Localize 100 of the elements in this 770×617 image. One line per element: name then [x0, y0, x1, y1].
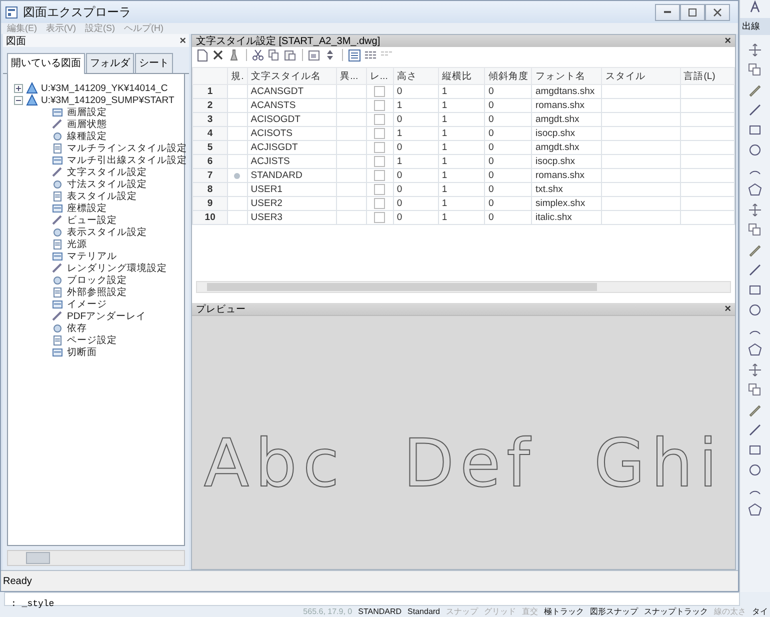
tree-item[interactable]: U:¥3M_141209_SUMP¥START	[41, 94, 174, 106]
checkbox[interactable]	[374, 212, 386, 223]
tree-item[interactable]: マルチ引出線スタイル設定	[67, 154, 187, 166]
minimize-button[interactable]	[655, 4, 680, 20]
sample-text: Ghi	[594, 431, 724, 497]
row-number: 6	[192, 154, 228, 168]
status-toggle[interactable]: 図形スナップ	[590, 606, 638, 617]
tree-item[interactable]: 外部参照設定	[67, 286, 127, 298]
dimension-style[interactable]: Standard	[408, 607, 440, 616]
scroll-thumb[interactable]	[26, 552, 50, 564]
close-button[interactable]: ×	[724, 35, 732, 47]
tree-item[interactable]: 寸法スタイル設定	[67, 178, 147, 190]
delete-icon[interactable]	[212, 48, 225, 62]
column-header[interactable]: 傾斜角度	[484, 68, 532, 84]
tree-item[interactable]: ビュー設定	[67, 214, 117, 226]
tree-item[interactable]: 画層状態	[67, 118, 107, 130]
checkbox[interactable]	[374, 184, 386, 195]
polygon-icon[interactable]	[748, 183, 762, 197]
column-header[interactable]: フォント名	[532, 68, 602, 84]
rectangle-icon[interactable]	[748, 123, 762, 137]
command-line[interactable]: : _style	[5, 599, 54, 609]
tree-item[interactable]: 光源	[67, 238, 87, 250]
list-icon[interactable]	[348, 48, 361, 62]
move-icon[interactable]	[748, 43, 762, 57]
rectangle-icon[interactable]	[748, 443, 762, 457]
tree-item[interactable]: レンダリング環境設定	[67, 262, 167, 274]
status-toggle[interactable]: タイ	[752, 606, 768, 617]
checkbox[interactable]	[374, 100, 386, 111]
tab[interactable]: 開いている図面	[7, 53, 85, 74]
tree-item[interactable]: ページ設定	[67, 334, 117, 346]
checkbox[interactable]	[374, 114, 386, 125]
tree-item[interactable]: 座標設定	[67, 202, 107, 214]
window-icon[interactable]	[308, 48, 321, 62]
checkbox[interactable]	[374, 156, 386, 167]
polygon-icon[interactable]	[748, 503, 762, 517]
table-cell: 1	[438, 154, 485, 168]
tree-item[interactable]: 画層設定	[67, 106, 107, 118]
collapse-icon[interactable]	[14, 96, 23, 104]
column-header[interactable]: レ...	[366, 68, 394, 84]
checkbox[interactable]	[374, 86, 386, 97]
column-header[interactable]: 規.	[228, 68, 248, 84]
circle-icon[interactable]	[748, 143, 762, 157]
scissors-icon[interactable]	[252, 48, 265, 62]
column-header[interactable]: 異...	[336, 68, 366, 84]
checkbox[interactable]	[374, 142, 386, 153]
status-toggle[interactable]: スナップトラック	[644, 606, 708, 617]
move-icon[interactable]	[748, 203, 762, 217]
checkbox[interactable]	[374, 170, 386, 181]
pencil-icon	[52, 166, 63, 178]
status-toggle[interactable]: 極トラック	[544, 606, 584, 617]
tree-item[interactable]: ブロック設定	[67, 274, 127, 286]
text-style[interactable]: STANDARD	[358, 607, 402, 616]
tree-item[interactable]: PDFアンダーレイ	[67, 310, 146, 322]
column-header[interactable]: 高さ	[393, 68, 438, 84]
maximize-button[interactable]	[680, 4, 706, 20]
copy-icon[interactable]	[748, 63, 762, 77]
column-header[interactable]: 文字スタイル名	[247, 68, 337, 84]
tree-item[interactable]: 表示スタイル設定	[67, 226, 147, 238]
copy-icon[interactable]	[748, 223, 762, 237]
tree-item[interactable]: 線種設定	[67, 130, 107, 142]
tab[interactable]: シート	[135, 53, 173, 73]
table-cell: romans.shx	[532, 168, 602, 182]
tree-item[interactable]: U:¥3M_141209_YK¥14014_C	[41, 82, 168, 94]
table-cell: 1	[438, 140, 485, 154]
move-icon[interactable]	[748, 363, 762, 377]
close-button[interactable]: ×	[724, 303, 732, 315]
column-header[interactable]: 言語(L)	[680, 68, 735, 84]
rectangle-icon[interactable]	[748, 283, 762, 297]
expand-icon[interactable]	[14, 84, 23, 92]
close-button[interactable]	[705, 4, 730, 20]
tree-item[interactable]: イメージ	[67, 298, 107, 310]
tree-item[interactable]: 表スタイル設定	[67, 190, 137, 202]
table-cell: ACISOGDT	[247, 112, 337, 126]
polygon-icon[interactable]	[748, 343, 762, 357]
tree-item[interactable]: マルチラインスタイル設定	[67, 142, 187, 154]
grid-icon[interactable]	[364, 48, 377, 62]
pencil-icon[interactable]	[748, 83, 762, 97]
pencil-icon[interactable]	[748, 243, 762, 257]
line-icon[interactable]	[748, 103, 762, 117]
checkbox[interactable]	[374, 128, 386, 139]
column-header[interactable]: スタイル	[602, 68, 680, 84]
circle-icon[interactable]	[748, 303, 762, 317]
circle-icon[interactable]	[748, 463, 762, 477]
scroll-thumb[interactable]	[207, 283, 597, 291]
checkbox[interactable]	[374, 198, 386, 209]
tree-item[interactable]: 文字スタイル設定	[67, 166, 147, 178]
tree-item[interactable]: 依存	[67, 322, 87, 334]
copy-icon[interactable]	[268, 48, 281, 62]
text-tool-icon[interactable]	[748, 0, 762, 14]
copy-icon[interactable]	[748, 383, 762, 397]
column-header[interactable]: 縦横比	[438, 68, 485, 84]
tree-item[interactable]: 切断面	[67, 346, 97, 358]
line-icon[interactable]	[748, 423, 762, 437]
tree-item[interactable]: マテリアル	[67, 250, 117, 262]
table-cell: 0	[484, 140, 532, 154]
pencil-icon[interactable]	[748, 403, 762, 417]
paste-icon[interactable]	[284, 48, 297, 62]
close-button[interactable]: ×	[180, 34, 186, 46]
tab[interactable]: フォルダ	[86, 53, 134, 73]
line-icon[interactable]	[748, 263, 762, 277]
